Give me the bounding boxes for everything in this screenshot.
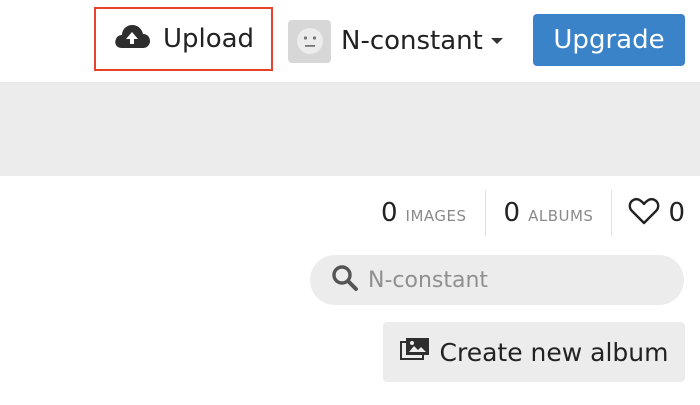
profile-stats: 0 IMAGES 0 ALBUMS 0 [363,190,685,236]
upload-button[interactable]: Upload [94,7,273,71]
user-menu[interactable]: N-constant [288,19,503,63]
albums-label: ALBUMS [528,207,594,225]
search-input[interactable] [366,266,670,294]
likes-count: 0 [668,198,685,228]
upgrade-button[interactable]: Upgrade [533,14,685,66]
albums-count: 0 [503,198,521,228]
search-box [310,255,684,305]
images-stat[interactable]: 0 IMAGES [363,190,485,236]
create-album-button[interactable]: Create new album [383,322,685,382]
face-avatar-icon [288,19,331,63]
images-count: 0 [381,198,398,228]
user-name: N-constant [341,26,483,56]
images-label: IMAGES [405,207,467,225]
images-icon [399,337,430,367]
upload-label: Upload [162,24,255,54]
caret-down-icon [490,38,503,44]
top-bar: Upload N-constant Upgrade [0,0,700,83]
heart-icon [628,197,668,229]
likes-stat[interactable]: 0 [612,197,685,229]
create-album-label: Create new album [439,337,669,367]
cloud-upload-icon [113,21,151,58]
albums-stat[interactable]: 0 ALBUMS [486,190,612,236]
search-icon [330,263,366,297]
profile-cover [0,83,700,176]
